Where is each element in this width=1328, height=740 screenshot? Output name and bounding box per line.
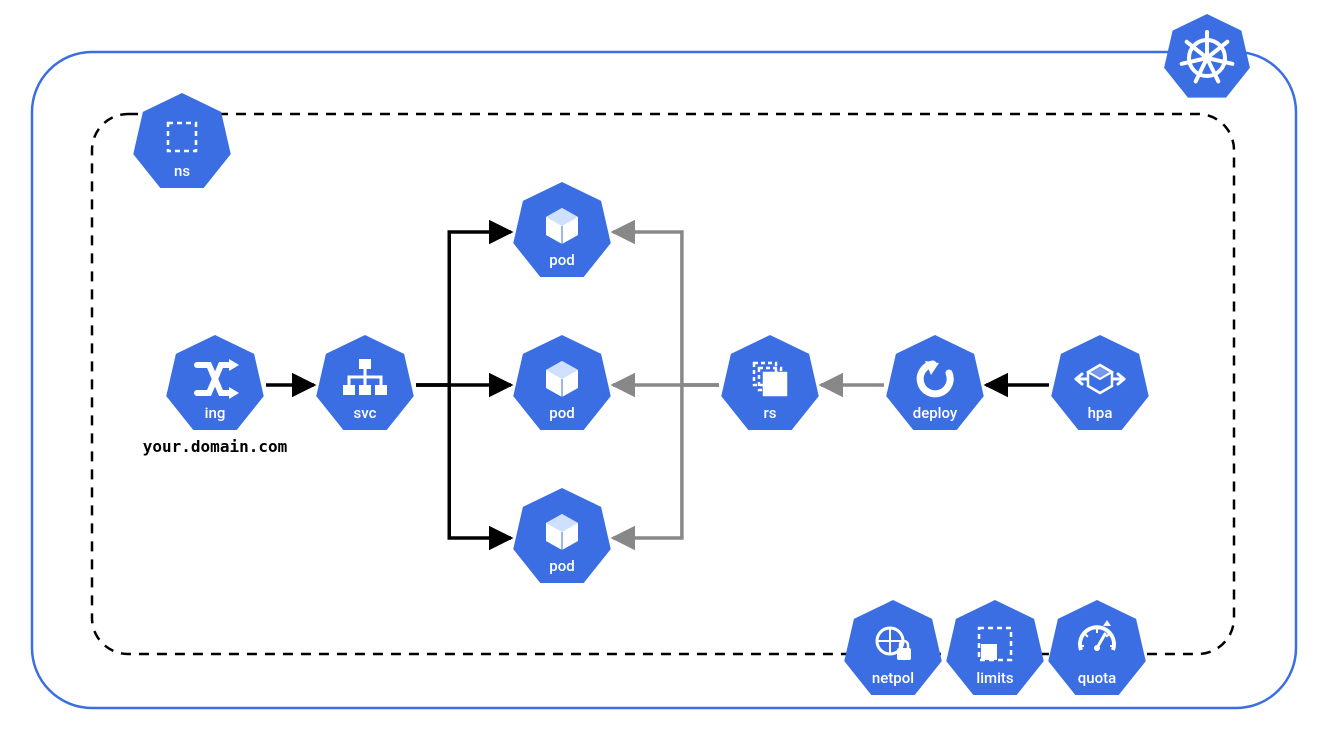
node-deploy-label: deploy	[913, 404, 958, 422]
node-netpol-label: netpol	[872, 669, 914, 687]
node-pod3: pod	[513, 488, 611, 583]
node-pod1: pod	[513, 182, 611, 277]
edge-rs-pod3	[613, 385, 719, 538]
node-rs: rs	[721, 335, 819, 430]
node-hpa: hpa	[1051, 335, 1149, 430]
kubernetes-badge	[1164, 14, 1250, 98]
node-svc: svc	[316, 335, 414, 430]
node-ing: ing	[166, 335, 264, 430]
node-quota: quota	[1048, 600, 1146, 695]
node-pod3-label: pod	[549, 557, 574, 575]
node-limits: limits	[946, 600, 1044, 695]
node-rs-label: rs	[763, 404, 776, 422]
node-limits-label: limits	[976, 669, 1014, 687]
nodes-layer: ing svc pod pod pod rs deploy hpa ns netpol limits…	[133, 93, 1149, 695]
edge-svc-pod1	[416, 232, 511, 385]
node-pod1-label: pod	[549, 251, 574, 269]
edge-svc-pod3	[416, 385, 511, 538]
node-ing-label: ing	[205, 404, 226, 422]
edge-rs-pod1	[613, 232, 719, 385]
diagram-canvas: ing svc pod pod pod rs deploy hpa ns netpol limits…	[0, 0, 1328, 740]
node-deploy: deploy	[886, 335, 984, 430]
node-quota-label: quota	[1078, 669, 1116, 687]
node-pod2: pod	[513, 335, 611, 430]
ingress-host-note: your.domain.com	[143, 437, 288, 456]
node-netpol: netpol	[844, 600, 942, 695]
node-hpa-label: hpa	[1088, 404, 1113, 422]
rs-icon	[754, 363, 786, 395]
node-ns-label: ns	[174, 162, 190, 180]
node-ns: ns	[133, 93, 231, 188]
node-svc-label: svc	[354, 404, 377, 422]
node-pod2-label: pod	[549, 404, 574, 422]
